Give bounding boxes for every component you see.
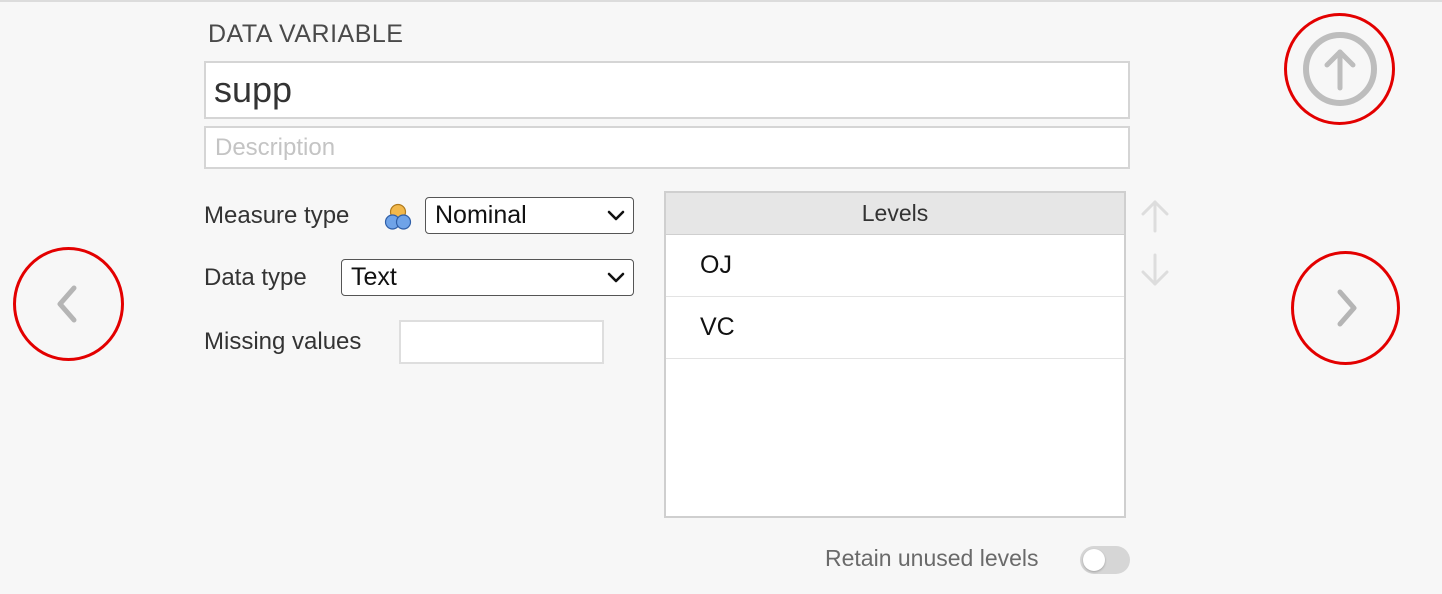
measure-type-label: Measure type [204, 202, 350, 229]
data-type-value: Text [351, 263, 397, 291]
missing-values-label: Missing values [204, 328, 362, 355]
level-item[interactable]: OJ [666, 235, 1124, 297]
chevron-left-icon [57, 285, 77, 323]
levels-header: Levels [666, 193, 1124, 235]
chevron-down-icon [607, 272, 625, 282]
section-title: DATA VARIABLE [208, 20, 404, 48]
retain-unused-levels-label: Retain unused levels [825, 545, 1039, 571]
chevron-down-icon [607, 210, 625, 220]
toggle-knob [1083, 549, 1105, 571]
chevron-right-icon [1337, 289, 1357, 327]
nominal-icon [384, 203, 412, 230]
arrow-up-circle-icon [1303, 32, 1377, 106]
variable-description-field[interactable] [204, 126, 1130, 169]
previous-variable-button[interactable] [13, 247, 124, 361]
measure-type-value: Nominal [435, 201, 527, 229]
variable-name-field[interactable] [204, 61, 1130, 119]
data-type-select[interactable]: Text [341, 259, 634, 296]
collapse-editor-button[interactable] [1284, 13, 1395, 125]
levels-panel: Levels OJ VC [664, 191, 1126, 518]
arrow-up-icon[interactable] [1138, 198, 1172, 234]
measure-type-select[interactable]: Nominal [425, 197, 634, 234]
data-type-label: Data type [204, 264, 307, 291]
retain-unused-levels-toggle[interactable] [1080, 546, 1130, 574]
arrow-down-icon[interactable] [1138, 252, 1172, 288]
level-item[interactable]: VC [666, 297, 1124, 359]
missing-values-input[interactable] [399, 320, 604, 364]
top-border [0, 0, 1442, 2]
next-variable-button[interactable] [1291, 251, 1400, 365]
